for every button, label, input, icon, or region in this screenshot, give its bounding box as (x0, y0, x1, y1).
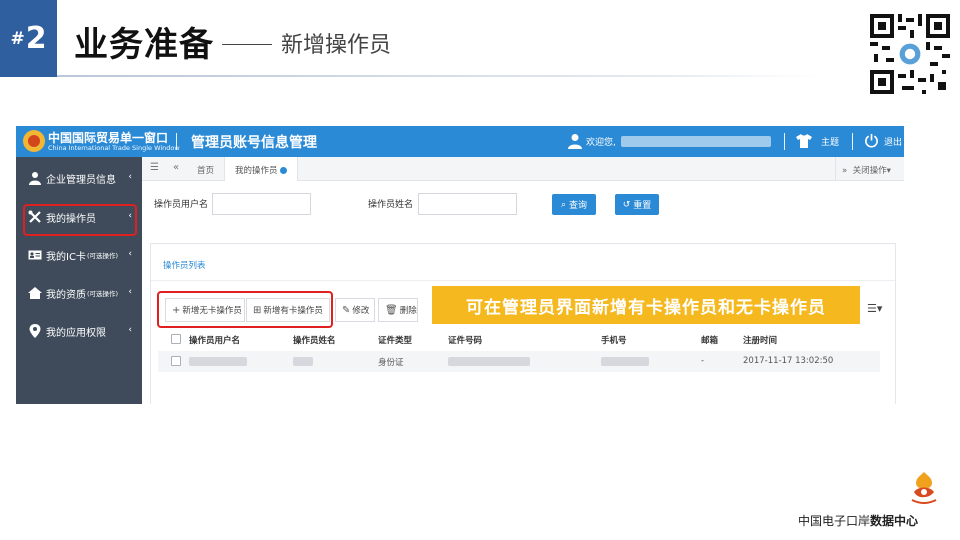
column-header: 邮箱 (701, 336, 719, 346)
search-icon: ⌕ (561, 199, 567, 210)
reset-button-label: 重置 (633, 201, 652, 211)
app-screenshot: 中国国际贸易单一窗口 China International Trade Sin… (16, 126, 904, 404)
power-icon[interactable] (864, 133, 879, 148)
redacted-name (293, 357, 313, 366)
chevron-left-icon: ‹ (128, 249, 132, 259)
annotation-banner: 可在管理员界面新增有卡操作员和无卡操作员 (432, 286, 860, 324)
slide-subtitle: 新增操作员 (281, 33, 392, 58)
theme-button[interactable]: 主题 (821, 135, 839, 148)
tab-bar: ☰ « 首页 我的操作员 » 关闭操作▾ (142, 157, 904, 181)
slide-number: 2 (25, 21, 47, 56)
email-cell: - (701, 356, 705, 366)
sidebar-item-my-qualifications[interactable]: 我的资质 (可选操作) ‹ (16, 276, 142, 310)
title-dash-divider (222, 44, 272, 45)
sidebar-item-my-ic-card[interactable]: 我的IC卡 (可选操作) ‹ (16, 238, 142, 272)
select-all-checkbox[interactable] (171, 334, 181, 344)
welcome-text: 欢迎您, (586, 138, 616, 148)
double-chevron-right-icon[interactable]: » (842, 166, 847, 176)
operator-username-label: 操作员用户名 (154, 200, 209, 210)
main-content: ☰ « 首页 我的操作员 » 关闭操作▾ 操作员用户名 操作员姓名 ⌕ 查询 ↺… (142, 157, 904, 404)
tab-label: 我的操作员 (235, 166, 278, 176)
column-header: 证件类型 (378, 336, 413, 346)
sidebar-highlight-box (23, 204, 137, 236)
double-chevron-left-icon[interactable]: « (173, 162, 179, 173)
operator-username-input[interactable] (212, 193, 311, 215)
topbar-separator (852, 133, 853, 150)
qr-code-icon (870, 14, 950, 94)
tab-my-operators[interactable]: 我的操作员 (224, 157, 298, 181)
topbar-separator (176, 133, 177, 150)
location-pin-icon (29, 324, 41, 338)
slide-title: 业务准备 (74, 25, 214, 65)
chevron-left-icon: ‹ (128, 172, 132, 182)
column-list-icon[interactable]: ☰▾ (867, 302, 882, 315)
shirt-icon[interactable] (796, 134, 812, 148)
redacted-id-number (448, 357, 530, 366)
column-header: 注册时间 (743, 336, 778, 346)
house-icon (28, 287, 42, 299)
column-header: 操作员用户名 (189, 336, 241, 346)
sidebar-item-note: (可选操作) (87, 290, 119, 298)
chevron-left-icon: ‹ (128, 325, 132, 335)
edit-button[interactable]: ✎ 修改 (335, 298, 375, 322)
id-card-icon (28, 250, 42, 260)
user-icon (29, 172, 41, 185)
close-operations-menu[interactable]: » 关闭操作▾ (835, 157, 904, 181)
menu-icon[interactable]: ☰ (150, 162, 159, 173)
slide-number-badge: #2 (0, 0, 57, 77)
operator-list-title: 操作员列表 (163, 261, 206, 271)
single-window-logo-icon (23, 130, 45, 152)
registered-time-cell: 2017-11-17 13:02:50 (743, 356, 834, 366)
table-header: 操作员用户名 操作员姓名 证件类型 证件号码 手机号 邮箱 注册时间 (158, 329, 880, 349)
sidebar-item-label: 我的资质 (46, 289, 86, 301)
sidebar-item-note: (可选操作) (86, 252, 119, 260)
edit-icon: ✎ (342, 304, 351, 316)
query-button[interactable]: ⌕ 查询 (552, 194, 596, 215)
operator-name-label: 操作员姓名 (368, 200, 414, 210)
tab-home[interactable]: 首页 (197, 164, 214, 176)
sidebar-item-label: 我的应用权限 (46, 327, 106, 339)
redacted-phone (601, 357, 649, 366)
delete-label: 删除 (399, 306, 417, 316)
brand-name-en: China International Trade Single Window (48, 144, 180, 152)
id-type-cell: 身份证 (378, 358, 404, 368)
operator-name-input[interactable] (418, 193, 517, 215)
sidebar-item-app-permissions[interactable]: 我的应用权限 ‹ (16, 314, 142, 348)
query-button-label: 查询 (568, 201, 587, 211)
trash-icon: 🗑 (385, 304, 398, 316)
chevron-left-icon: ‹ (128, 287, 132, 297)
delete-button[interactable]: 🗑 删除 (378, 298, 418, 322)
panel-divider (151, 280, 895, 281)
column-header: 操作员姓名 (293, 336, 336, 346)
user-icon (568, 134, 582, 149)
header-underline (57, 75, 820, 77)
username-redacted (621, 136, 771, 147)
tab-close-icon[interactable] (279, 167, 287, 174)
row-checkbox[interactable] (171, 356, 181, 366)
footer-org-suffix: 数据中心 (870, 514, 919, 528)
close-operations-label: 关闭操作▾ (852, 166, 891, 176)
topbar-separator (784, 133, 785, 150)
sidebar-item-label: 我的IC卡 (46, 251, 86, 263)
column-header: 手机号 (601, 336, 627, 346)
eport-logo-icon (911, 472, 937, 504)
module-title: 管理员账号信息管理 (191, 135, 317, 151)
reset-button[interactable]: ↺ 重置 (615, 194, 659, 215)
footer-org-name: 中国电子口岸数据中心 (798, 512, 918, 529)
edit-label: 修改 (352, 306, 370, 316)
sidebar-item-label: 企业管理员信息 (46, 174, 116, 186)
table-row[interactable]: 身份证 - 2017-11-17 13:02:50 (158, 351, 880, 372)
reset-icon: ↺ (622, 199, 631, 210)
footer-org-prefix: 中国电子口岸 (798, 514, 871, 528)
sidebar-item-admin-info[interactable]: 企业管理员信息 ‹ (16, 161, 142, 195)
sidebar: 企业管理员信息 ‹ 我的操作员 ‹ 我的IC卡(可选操作) ‹ 我的资质(可 (16, 157, 142, 404)
app-topbar: 中国国际贸易单一窗口 China International Trade Sin… (16, 126, 904, 157)
add-buttons-highlight-box (157, 291, 333, 328)
slide-number-hash: # (10, 28, 25, 49)
logout-button[interactable]: 退出 (884, 135, 902, 148)
redacted-username (189, 357, 247, 366)
column-header: 证件号码 (448, 336, 483, 346)
